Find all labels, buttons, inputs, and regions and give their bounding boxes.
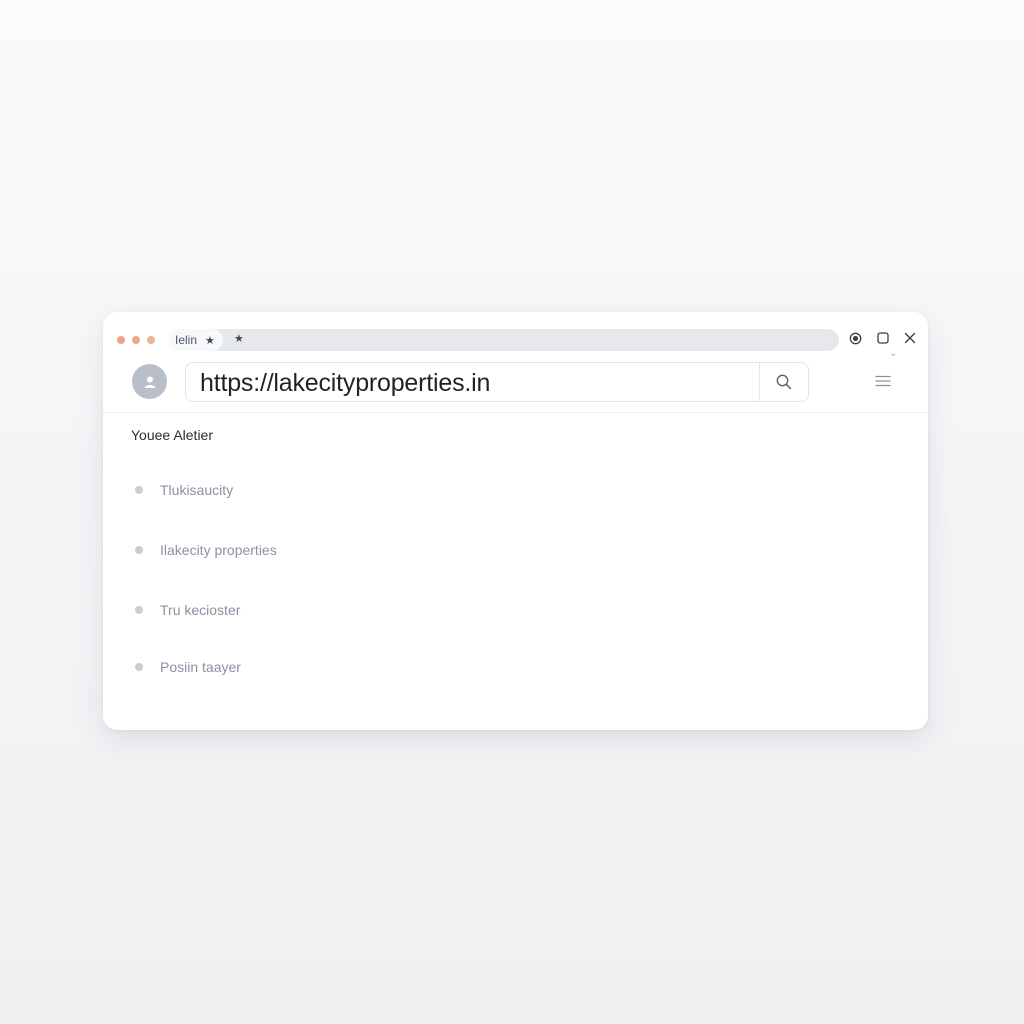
list-item-label[interactable]: Tru kecioster bbox=[160, 602, 240, 618]
list-item[interactable]: Tlukisaucity bbox=[135, 479, 233, 501]
bullet-icon bbox=[135, 663, 143, 671]
bullet-icon bbox=[135, 486, 143, 494]
tab-strip: Ielin ★ ⌄ bbox=[169, 329, 897, 359]
close-icon[interactable] bbox=[903, 331, 917, 345]
search-icon[interactable] bbox=[766, 368, 802, 396]
list-item-label[interactable]: Posiin taayer bbox=[160, 659, 241, 675]
tab-bar: Ielin ★ ⌄ ★ bbox=[103, 312, 928, 360]
tab-active[interactable]: Ielin ★ bbox=[169, 329, 223, 351]
list-item[interactable]: Posiin taayer bbox=[135, 656, 241, 678]
star-icon[interactable]: ★ bbox=[205, 334, 215, 347]
browser-window: Ielin ★ ⌄ ★ https://lakecityproperties.i… bbox=[103, 312, 928, 730]
list-item-label[interactable]: Ilakecity properties bbox=[160, 542, 277, 558]
url-divider bbox=[759, 363, 760, 401]
user-icon[interactable] bbox=[132, 364, 167, 399]
zoom-dot[interactable] bbox=[147, 336, 155, 344]
url-field[interactable]: https://lakecityproperties.in bbox=[185, 362, 809, 402]
bullet-icon bbox=[135, 546, 143, 554]
list-item[interactable]: Ilakecity properties bbox=[135, 539, 277, 561]
list-item[interactable]: Tru kecioster bbox=[135, 599, 240, 621]
content-panel: Youee Aletier Tlukisaucity Ilakecity pro… bbox=[103, 413, 928, 730]
close-dot[interactable] bbox=[117, 336, 125, 344]
list-item-label[interactable]: Tlukisaucity bbox=[160, 482, 233, 498]
hamburger-icon[interactable] bbox=[873, 372, 893, 390]
chevron-down-icon[interactable]: ⌄ bbox=[889, 348, 897, 359]
bookmark-star-icon[interactable]: ★ bbox=[234, 332, 244, 345]
url-text[interactable]: https://lakecityproperties.in bbox=[200, 369, 490, 398]
minimize-dot[interactable] bbox=[132, 336, 140, 344]
maximize-icon[interactable] bbox=[876, 331, 890, 345]
record-icon[interactable] bbox=[848, 331, 862, 345]
bullet-icon bbox=[135, 606, 143, 614]
address-row: https://lakecityproperties.in bbox=[103, 360, 928, 413]
tab-label: Ielin bbox=[175, 333, 198, 347]
section-title: Youee Aletier bbox=[131, 427, 213, 443]
